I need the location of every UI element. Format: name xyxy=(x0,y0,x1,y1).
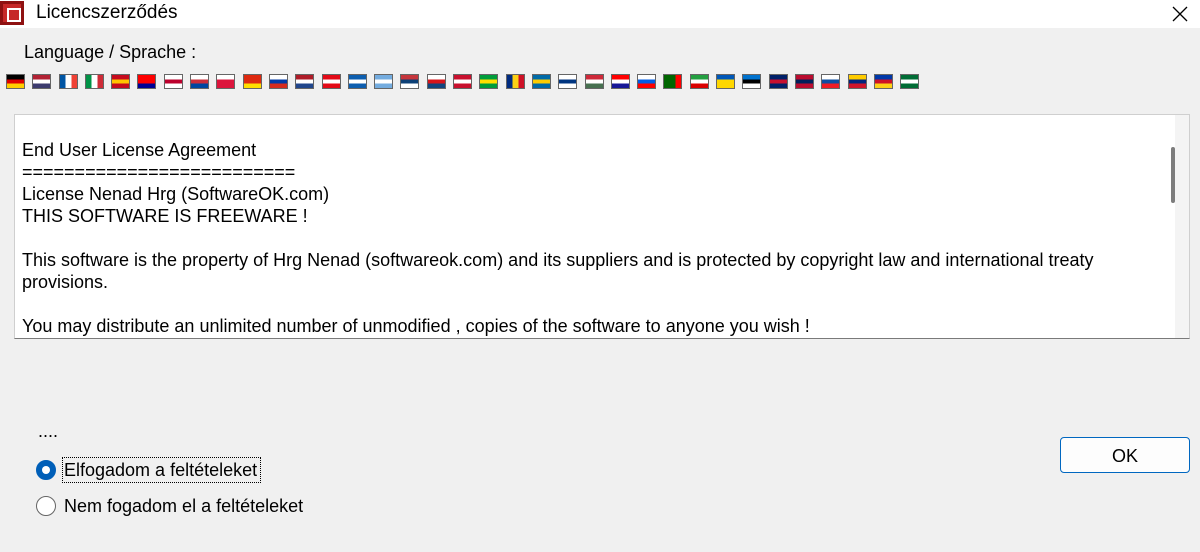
flag-croatian-button[interactable] xyxy=(610,74,630,89)
flag-chinese-button[interactable] xyxy=(242,74,262,89)
flag-arabic-button[interactable] xyxy=(900,74,920,89)
app-icon xyxy=(0,1,24,25)
accept-label[interactable]: Elfogadom a feltételeket xyxy=(61,457,262,483)
flag-spanish-button[interactable] xyxy=(111,74,131,89)
flag-polish-button[interactable] xyxy=(216,74,236,89)
accept-option[interactable]: Elfogadom a feltételeket xyxy=(36,457,262,483)
accept-radio[interactable] xyxy=(36,460,56,480)
flag-portuguese-button[interactable] xyxy=(663,74,683,89)
window-title: Licencszerződés xyxy=(36,2,178,23)
flag-brazilian-button[interactable] xyxy=(479,74,499,89)
flag-italian-button[interactable] xyxy=(84,74,104,89)
close-icon xyxy=(1172,6,1188,22)
flag-danish-button[interactable] xyxy=(453,74,473,89)
language-label: Language / Sprache : xyxy=(24,42,197,62)
flag-korean-button[interactable] xyxy=(190,74,210,89)
scrollbar-thumb[interactable] xyxy=(1171,147,1175,203)
flag-slovenian-button[interactable] xyxy=(637,74,657,89)
flag-czech-button[interactable] xyxy=(426,74,446,89)
flag-norwegian-button[interactable] xyxy=(794,74,814,89)
ok-button[interactable]: OK xyxy=(1060,437,1190,473)
flag-finnish-button[interactable] xyxy=(558,74,578,89)
flag-greek-button[interactable] xyxy=(347,74,367,89)
flag-romanian-button[interactable] xyxy=(505,74,525,89)
flag-swedish-button[interactable] xyxy=(531,74,551,89)
flag-filipino-button[interactable] xyxy=(873,74,893,89)
flag-estonian-button[interactable] xyxy=(742,74,762,89)
flag-hungarian-button[interactable] xyxy=(584,74,604,89)
flag-argentinian-button[interactable] xyxy=(374,74,394,89)
license-text: End User License Agreement =============… xyxy=(22,140,1094,336)
ellipsis-text: .... xyxy=(38,421,59,441)
title-bar: Licencszerződés xyxy=(0,0,1200,28)
flag-english-us-button[interactable] xyxy=(32,74,52,89)
decline-option[interactable]: Nem fogadom el a feltételeket xyxy=(36,495,303,517)
language-flag-bar xyxy=(6,74,926,92)
flag-russian-button[interactable] xyxy=(268,74,288,89)
vertical-scrollbar[interactable] xyxy=(1175,115,1189,338)
flag-german-button[interactable] xyxy=(6,74,25,89)
close-button[interactable] xyxy=(1160,0,1200,28)
flag-venezuelan-button[interactable] xyxy=(847,74,867,89)
flag-serbian-button[interactable] xyxy=(400,74,420,89)
flag-japanese-button[interactable] xyxy=(163,74,183,89)
decline-label[interactable]: Nem fogadom el a feltételeket xyxy=(64,495,303,517)
flag-turkish-button[interactable] xyxy=(321,74,341,89)
decline-radio[interactable] xyxy=(36,496,56,516)
flag-english-uk-button[interactable] xyxy=(768,74,788,89)
flag-chinese-traditional-button[interactable] xyxy=(137,74,157,89)
license-text-area[interactable]: End User License Agreement =============… xyxy=(14,114,1190,339)
flag-dutch-button[interactable] xyxy=(295,74,315,89)
flag-persian-button[interactable] xyxy=(689,74,709,89)
flag-slovak-button[interactable] xyxy=(821,74,841,89)
flag-french-button[interactable] xyxy=(58,74,78,89)
flag-ukrainian-button[interactable] xyxy=(716,74,736,89)
